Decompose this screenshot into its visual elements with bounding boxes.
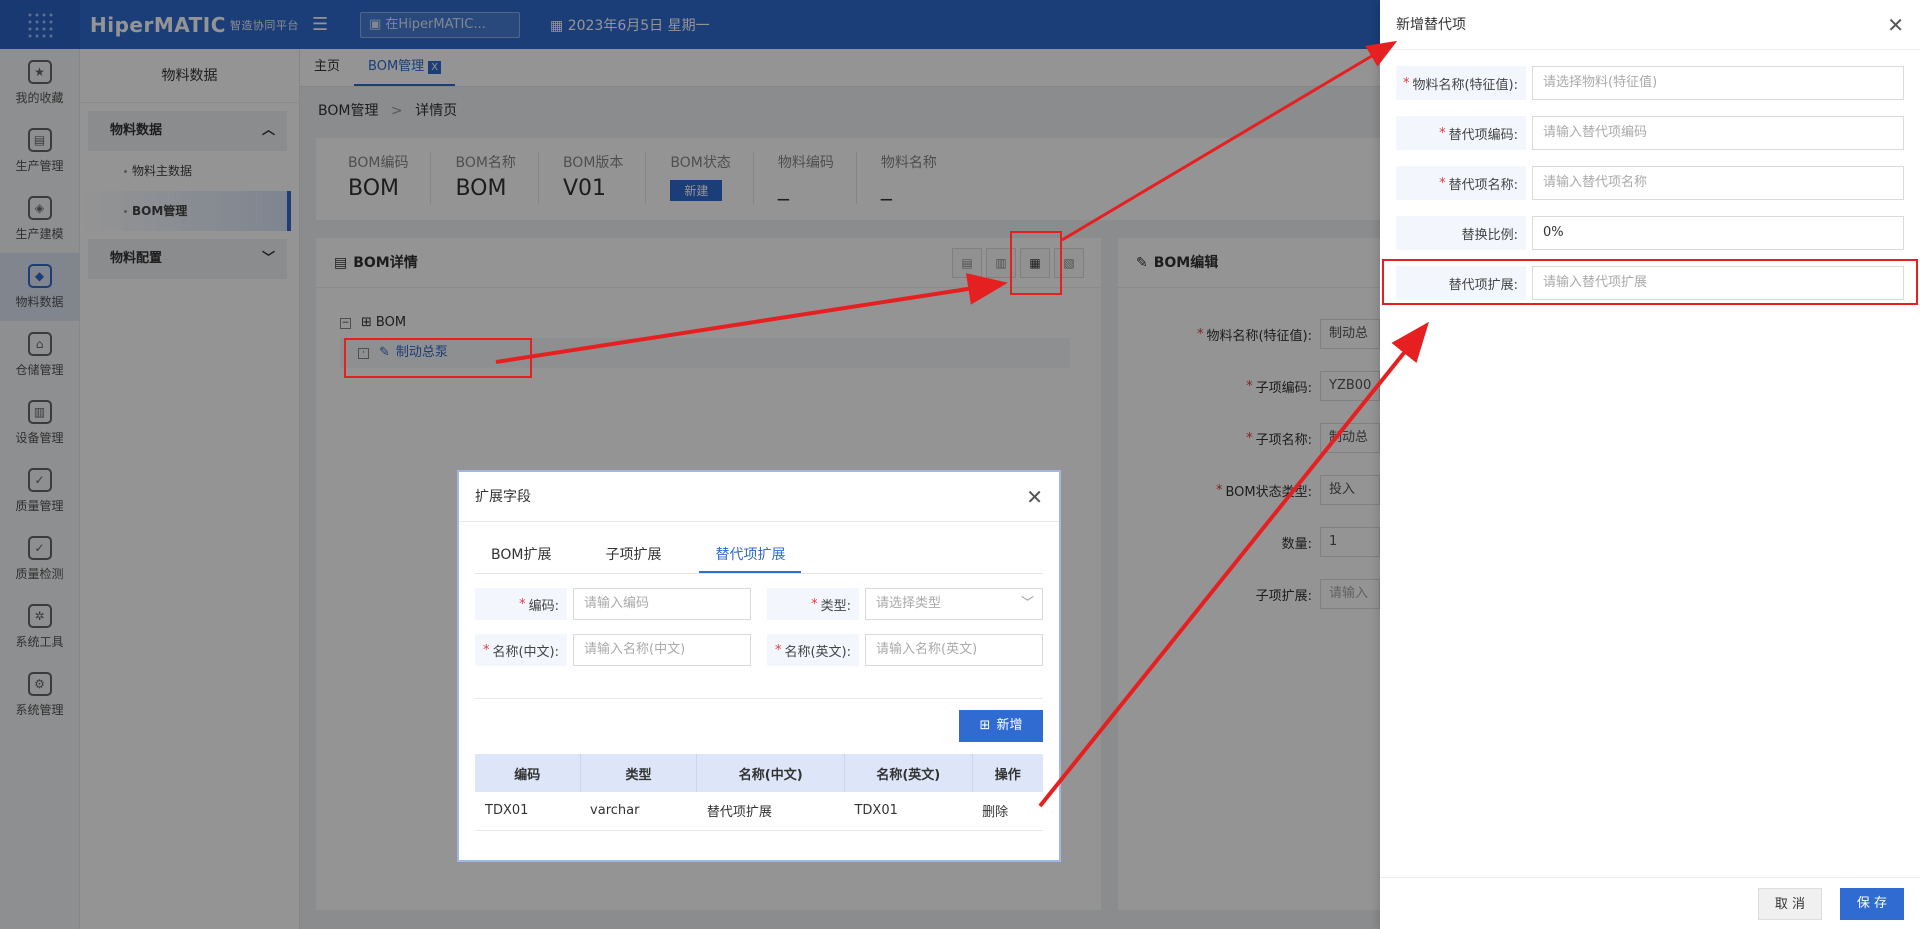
arrow-node-to-toolbar xyxy=(495,273,1008,364)
arrow-toolbar-to-drawer xyxy=(1061,40,1398,242)
annotation-arrows xyxy=(495,40,1430,808)
arrow-modal-to-ext xyxy=(1038,321,1430,808)
